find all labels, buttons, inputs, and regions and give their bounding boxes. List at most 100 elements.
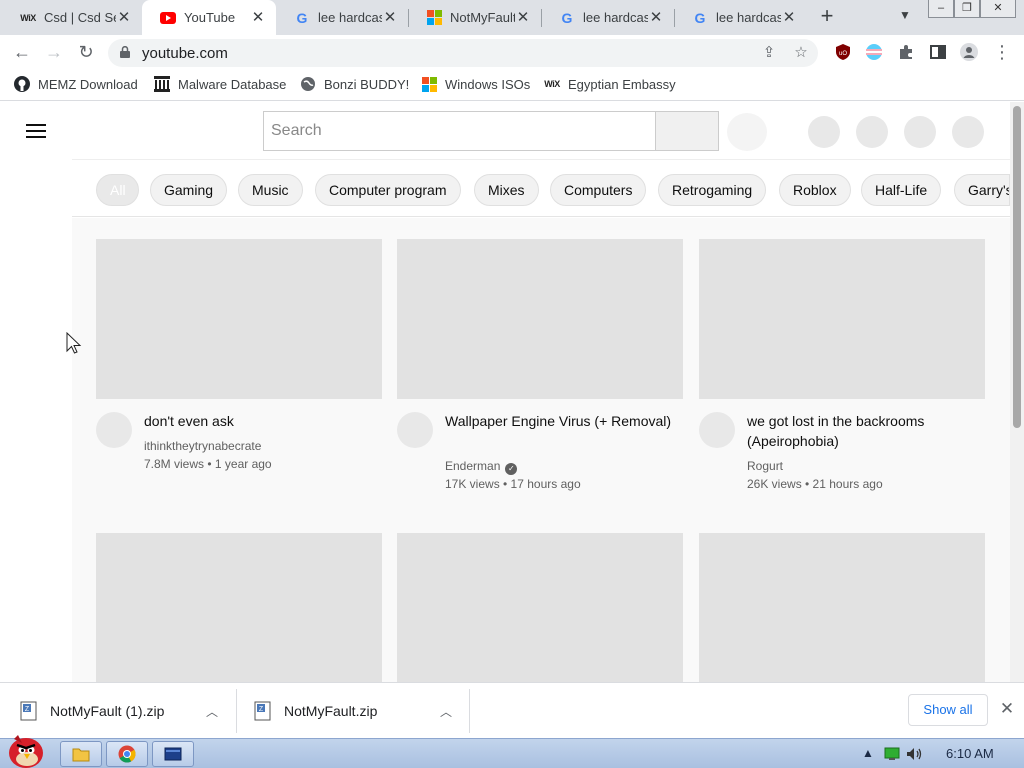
tab-notmyfault[interactable]: NotMyFault ✕: [408, 0, 541, 35]
download-separator: [236, 689, 237, 733]
video-feed: don't even ask ithinktheytrynabecrate 7.…: [72, 218, 1010, 682]
apps-button-placeholder[interactable]: [856, 116, 888, 148]
url-text[interactable]: youtube.com: [142, 45, 228, 62]
new-tab-button[interactable]: +: [816, 5, 838, 28]
video-thumbnail[interactable]: [96, 239, 382, 399]
taskbar-explorer-button[interactable]: [60, 741, 102, 767]
tab-search-chevron-icon[interactable]: ▼: [896, 8, 914, 26]
address-bar[interactable]: youtube.com ⇪ ☆: [108, 39, 818, 67]
video-title[interactable]: Wallpaper Engine Virus (+ Removal): [445, 411, 681, 431]
channel-name-row[interactable]: Enderman ✓: [445, 457, 518, 475]
tab-title: lee hardcas: [318, 10, 382, 25]
tab-youtube[interactable]: YouTube ✕: [142, 0, 276, 35]
tab-lee-hardcastle-3[interactable]: G lee hardcas ✕: [674, 0, 807, 35]
account-avatar-placeholder[interactable]: [952, 116, 984, 148]
bookmark-windows-isos[interactable]: Windows ISOs: [421, 76, 530, 92]
chip-computers[interactable]: Computers: [550, 174, 647, 206]
start-button-angry-bird-icon[interactable]: [4, 731, 48, 768]
taskbar-clock[interactable]: 6:10 AM: [946, 746, 994, 761]
channel-avatar[interactable]: [397, 412, 433, 448]
tab-lee-hardcastle-2[interactable]: G lee hardcas ✕: [541, 0, 674, 35]
bookmark-star-icon[interactable]: ☆: [792, 44, 810, 62]
channel-name[interactable]: Enderman: [445, 459, 500, 473]
profile-avatar-icon[interactable]: [960, 43, 978, 61]
back-button[interactable]: ←: [10, 41, 34, 65]
chip-garrys[interactable]: Garry's: [954, 174, 1010, 206]
chip-music[interactable]: Music: [238, 174, 303, 206]
bookmark-memz-download[interactable]: MEMZ Download: [14, 76, 138, 92]
menu-hamburger-icon[interactable]: [26, 124, 46, 138]
channel-avatar[interactable]: [96, 412, 132, 448]
tab-csd[interactable]: WiX Csd | Csd Se ✕: [2, 0, 142, 35]
browser-menu-icon[interactable]: ⋮: [990, 41, 1014, 65]
youtube-icon: [160, 10, 176, 26]
chip-retrogaming[interactable]: Retrogaming: [658, 174, 767, 206]
extensions-puzzle-icon[interactable]: [897, 43, 915, 61]
download-item[interactable]: Z NotMyFault.zip ︿: [254, 683, 464, 739]
show-all-button[interactable]: Show all: [908, 694, 988, 726]
channel-avatar[interactable]: [699, 412, 735, 448]
close-icon[interactable]: ✕: [515, 9, 531, 26]
bookmark-egyptian-embassy[interactable]: WiX Egyptian Embassy: [544, 76, 675, 92]
reload-button[interactable]: ↻: [74, 41, 98, 65]
voice-search-button[interactable]: [727, 113, 767, 151]
chip-gaming[interactable]: Gaming: [150, 174, 228, 206]
chip-mixes[interactable]: Mixes: [474, 174, 539, 206]
restore-button[interactable]: ❐: [954, 0, 980, 18]
forward-button[interactable]: →: [42, 41, 66, 65]
side-panel-icon[interactable]: [929, 43, 947, 61]
chip-computer-program[interactable]: Computer program: [315, 174, 461, 206]
network-icon[interactable]: [884, 747, 900, 761]
minimize-button[interactable]: –: [928, 0, 954, 18]
volume-icon[interactable]: [906, 747, 924, 761]
search-button[interactable]: [655, 111, 719, 151]
close-icon[interactable]: ✕: [382, 9, 398, 26]
bookmark-malware-database[interactable]: Malware Database: [154, 76, 286, 92]
tab-lee-hardcastle-1[interactable]: G lee hardcas ✕: [276, 0, 408, 35]
pride-flag-extension-icon[interactable]: [865, 43, 883, 61]
channel-name[interactable]: Rogurt: [747, 457, 783, 475]
video-title[interactable]: don't even ask: [144, 411, 380, 431]
wix-icon: WiX: [544, 79, 560, 89]
page-scrollbar[interactable]: [1010, 102, 1024, 682]
video-thumbnail[interactable]: [699, 533, 985, 682]
close-icon[interactable]: ✕: [781, 9, 797, 26]
close-icon[interactable]: ✕: [648, 9, 664, 26]
scrollbar-thumb[interactable]: [1013, 106, 1021, 428]
chip-all[interactable]: All: [96, 174, 139, 206]
share-icon[interactable]: ⇪: [760, 44, 778, 62]
close-icon[interactable]: ✕: [998, 699, 1016, 719]
video-thumbnail[interactable]: [699, 239, 985, 399]
chevron-up-icon[interactable]: ︿: [206, 703, 218, 720]
globe-icon: [301, 77, 315, 91]
video-stats: 17K views • 17 hours ago: [445, 477, 581, 491]
bookmark-bonzi-buddy[interactable]: Bonzi BUDDY!: [300, 76, 409, 92]
chip-roblox[interactable]: Roblox: [779, 174, 851, 206]
create-button-placeholder[interactable]: [808, 116, 840, 148]
chevron-up-icon[interactable]: ︿: [440, 703, 452, 720]
search-input[interactable]: [264, 112, 656, 150]
ublock-origin-icon[interactable]: uO: [834, 43, 852, 61]
search-box[interactable]: [263, 111, 656, 151]
chip-half-life[interactable]: Half-Life: [861, 174, 942, 206]
download-item[interactable]: Z NotMyFault (1).zip ︿: [20, 683, 230, 739]
close-icon[interactable]: ✕: [116, 9, 132, 26]
close-window-button[interactable]: ✕: [980, 0, 1016, 18]
taskbar: ▲ 6:10 AM: [0, 735, 1024, 768]
video-thumbnail[interactable]: [96, 533, 382, 682]
taskbar-window-button[interactable]: [152, 741, 194, 767]
channel-name[interactable]: ithinktheytrynabecrate: [144, 437, 261, 455]
taskbar-chrome-button[interactable]: [106, 741, 148, 767]
verified-check-icon: ✓: [505, 463, 518, 475]
wix-icon: WiX: [20, 12, 36, 23]
video-thumbnail[interactable]: [397, 239, 683, 399]
lock-icon[interactable]: [120, 46, 130, 58]
google-icon: G: [561, 9, 573, 26]
video-title[interactable]: we got lost in the backrooms (Apeirophob…: [747, 411, 983, 451]
video-thumbnail[interactable]: [397, 533, 683, 682]
notifications-button-placeholder[interactable]: [904, 116, 936, 148]
show-hidden-icons-chevron-icon[interactable]: ▲: [862, 746, 874, 760]
close-icon[interactable]: ✕: [250, 9, 266, 26]
download-filename: NotMyFault.zip: [284, 703, 378, 719]
chip-bar: All Gaming Music Computer program Mixes …: [72, 159, 1010, 217]
